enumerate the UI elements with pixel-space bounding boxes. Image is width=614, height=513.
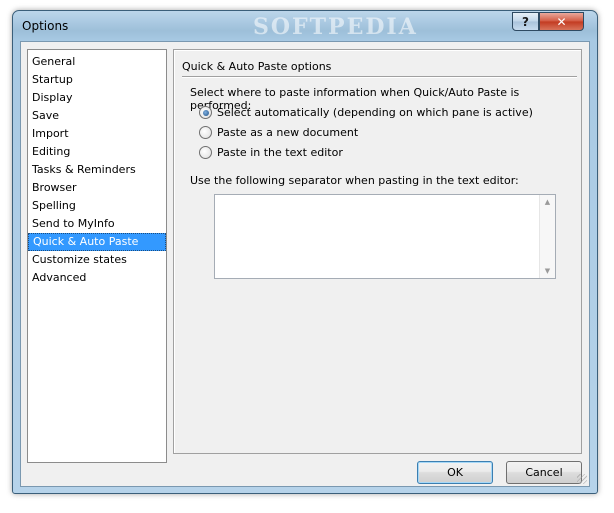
dialog-client-area: General Startup Display Save Import Edit… bbox=[20, 41, 590, 487]
nav-item-quick-auto-paste[interactable]: Quick & Auto Paste bbox=[28, 233, 166, 251]
scroll-down-icon[interactable]: ▼ bbox=[545, 267, 550, 275]
help-icon: ? bbox=[522, 14, 529, 29]
radio-label: Paste in the text editor bbox=[217, 146, 343, 159]
textarea-scrollbar[interactable]: ▲ ▼ bbox=[539, 195, 555, 278]
softpedia-watermark: SOFTPEDIA bbox=[253, 14, 418, 40]
nav-item-browser[interactable]: Browser bbox=[28, 179, 166, 197]
radio-selected-dot bbox=[202, 109, 209, 116]
radio-label: Paste as a new document bbox=[217, 126, 359, 139]
close-button[interactable]: ✕ bbox=[539, 12, 584, 31]
separator-textarea[interactable]: ▲ ▼ bbox=[214, 194, 556, 279]
nav-item-advanced[interactable]: Advanced bbox=[28, 269, 166, 287]
radio-paste-new-document[interactable]: Paste as a new document bbox=[199, 126, 358, 139]
radio-select-automatically[interactable]: Select automatically (depending on which… bbox=[199, 106, 533, 119]
help-button[interactable]: ? bbox=[512, 12, 539, 31]
nav-item-customize-states[interactable]: Customize states bbox=[28, 251, 166, 269]
ok-button[interactable]: OK bbox=[417, 461, 493, 484]
radio-button-icon[interactable] bbox=[199, 146, 212, 159]
nav-item-startup[interactable]: Startup bbox=[28, 71, 166, 89]
nav-item-spelling[interactable]: Spelling bbox=[28, 197, 166, 215]
nav-item-display[interactable]: Display bbox=[28, 89, 166, 107]
radio-button-icon[interactable] bbox=[199, 106, 212, 119]
group-divider bbox=[182, 76, 577, 78]
nav-item-import[interactable]: Import bbox=[28, 125, 166, 143]
radio-button-icon[interactable] bbox=[199, 126, 212, 139]
cancel-button[interactable]: Cancel bbox=[506, 461, 582, 484]
group-title: Quick & Auto Paste options bbox=[182, 60, 332, 73]
nav-item-save[interactable]: Save bbox=[28, 107, 166, 125]
resize-grip-icon[interactable] bbox=[577, 474, 587, 484]
close-icon: ✕ bbox=[556, 14, 567, 29]
radio-paste-text-editor[interactable]: Paste in the text editor bbox=[199, 146, 343, 159]
nav-item-send-to-myinfo[interactable]: Send to MyInfo bbox=[28, 215, 166, 233]
category-list[interactable]: General Startup Display Save Import Edit… bbox=[27, 49, 167, 463]
separator-label: Use the following separator when pasting… bbox=[190, 174, 519, 187]
radio-label: Select automatically (depending on which… bbox=[217, 106, 533, 119]
nav-item-editing[interactable]: Editing bbox=[28, 143, 166, 161]
options-dialog: Options SOFTPEDIA ? ✕ General Startup Di… bbox=[12, 10, 598, 494]
nav-item-general[interactable]: General bbox=[28, 53, 166, 71]
window-title: Options bbox=[22, 19, 69, 33]
scroll-up-icon[interactable]: ▲ bbox=[545, 198, 550, 206]
title-bar[interactable]: Options SOFTPEDIA ? ✕ bbox=[13, 11, 597, 41]
options-panel: Quick & Auto Paste options Select where … bbox=[173, 49, 582, 454]
nav-item-tasks-reminders[interactable]: Tasks & Reminders bbox=[28, 161, 166, 179]
